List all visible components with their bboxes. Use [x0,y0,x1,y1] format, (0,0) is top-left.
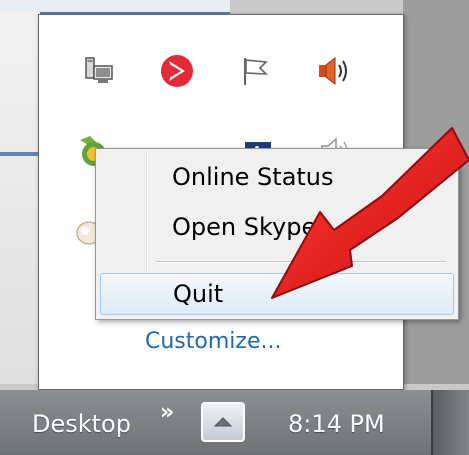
red-annotation-arrow [271,127,469,299]
